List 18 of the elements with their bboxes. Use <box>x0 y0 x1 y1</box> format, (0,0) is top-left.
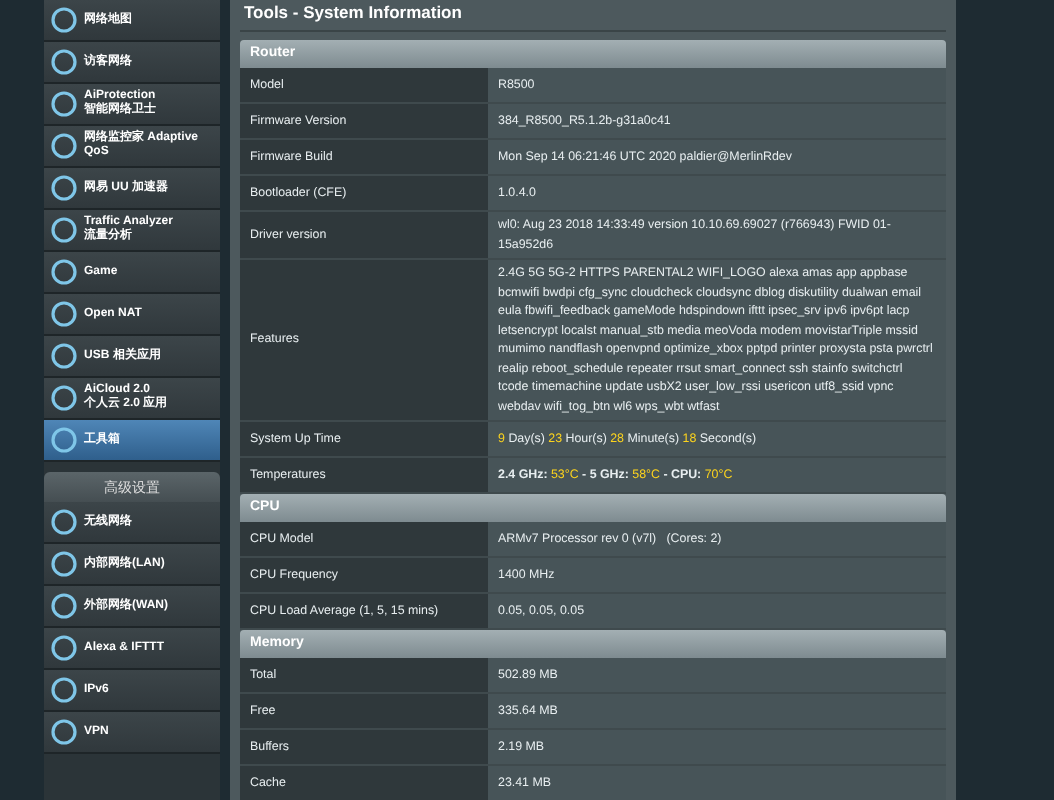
circle-icon <box>50 426 78 454</box>
circle-icon <box>50 592 78 620</box>
circle-icon <box>50 90 78 118</box>
circle-icon <box>50 216 78 244</box>
circle-icon <box>50 634 78 662</box>
circle-icon <box>50 508 78 536</box>
circle-icon <box>50 384 78 412</box>
circle-icon <box>50 718 78 746</box>
circle-icon <box>50 48 78 76</box>
circle-icon <box>50 300 78 328</box>
page-title: Tools - System Information <box>240 0 946 32</box>
circle-icon <box>50 6 78 34</box>
circle-icon <box>50 676 78 704</box>
circle-icon <box>50 342 78 370</box>
circle-icon <box>50 550 78 578</box>
circle-icon <box>50 174 78 202</box>
circle-icon <box>50 258 78 286</box>
circle-icon <box>50 132 78 160</box>
